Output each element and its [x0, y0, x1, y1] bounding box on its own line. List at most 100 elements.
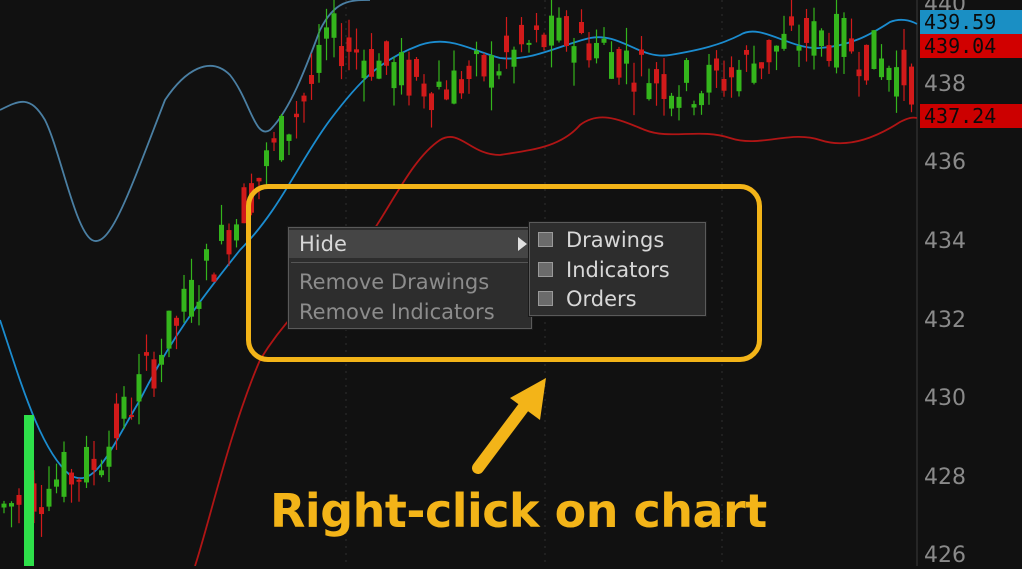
candle-body — [759, 62, 764, 69]
candle-body — [294, 113, 299, 118]
candle-body — [219, 224, 224, 241]
candle-body — [226, 230, 232, 255]
price-axis-label-434: 434 — [924, 229, 966, 254]
candle-body — [751, 63, 757, 83]
candle-body — [639, 49, 644, 55]
candle-body — [496, 71, 502, 76]
candle-body — [46, 488, 52, 507]
candle-body — [136, 374, 142, 402]
candle-body — [774, 45, 779, 52]
candle-body — [601, 38, 607, 43]
candle-body — [91, 458, 97, 470]
candle-body — [301, 95, 307, 102]
candle-body — [129, 415, 134, 418]
candle-body — [331, 13, 337, 38]
annotation-caption: Right-click on chart — [270, 484, 767, 538]
candle-body — [549, 15, 554, 46]
candle-body — [879, 58, 884, 78]
candle-body — [256, 177, 262, 182]
candle-body — [489, 55, 494, 88]
candle-body — [316, 44, 322, 73]
candle-body — [864, 44, 869, 81]
candle-body — [789, 16, 794, 26]
candle-body — [714, 58, 719, 71]
candle-body — [76, 479, 82, 482]
candle-body — [324, 27, 329, 39]
price-axis-label-432: 432 — [924, 308, 966, 333]
candle-body — [384, 41, 389, 66]
candle-body — [196, 301, 202, 309]
candle-body — [901, 49, 907, 86]
price-axis-label-438: 438 — [924, 72, 966, 97]
candle-body — [429, 93, 434, 111]
candle-body — [781, 33, 787, 49]
candle-body — [391, 62, 397, 89]
candle-body — [744, 49, 749, 55]
candle-body — [159, 354, 164, 365]
candle-body — [9, 503, 14, 507]
candle-body — [526, 42, 532, 45]
candle-body — [819, 30, 824, 47]
candle-body — [444, 89, 449, 100]
candle-body — [796, 45, 802, 51]
candle-body — [579, 21, 584, 34]
candle-body — [121, 396, 127, 419]
candle-body — [346, 37, 352, 52]
candle-body — [69, 472, 74, 485]
candle-body — [886, 67, 892, 81]
candle-body — [421, 83, 427, 97]
candle-body — [1, 503, 7, 508]
candle-body — [376, 60, 382, 79]
candle-body — [894, 67, 899, 97]
candle-body — [684, 60, 689, 83]
candle-body — [309, 74, 314, 84]
candle-body — [646, 83, 652, 100]
candle-body — [834, 13, 839, 68]
candle-body — [459, 79, 464, 94]
candle-body — [909, 66, 914, 105]
candle-body — [114, 403, 119, 439]
candle-body — [369, 49, 374, 77]
pointer-arrow-icon — [472, 378, 546, 474]
candle-body — [676, 96, 682, 108]
candle-body — [871, 30, 877, 69]
candle-body — [151, 359, 157, 389]
candle-body — [174, 317, 179, 326]
candle-body — [804, 17, 809, 43]
candle-body — [541, 34, 547, 48]
candle-body — [811, 21, 817, 56]
candle-body — [166, 310, 172, 349]
candle-body — [624, 50, 629, 64]
candle-body — [54, 479, 59, 487]
candle-body — [661, 74, 667, 99]
price-axis-label-430: 430 — [924, 386, 966, 411]
candle-body — [474, 50, 479, 55]
candle-body — [654, 69, 659, 84]
candle-body — [234, 224, 239, 241]
last-price-tag: 439.59 — [920, 10, 1022, 34]
candle-body — [144, 352, 149, 356]
candle-body — [481, 54, 487, 77]
candle-body — [264, 150, 269, 167]
candle-body — [766, 39, 772, 63]
candle-body — [204, 249, 209, 261]
candle-body — [339, 46, 344, 67]
lower-band-price-tag: 437.24 — [920, 104, 1022, 128]
candle-body — [466, 65, 472, 80]
candle-body — [271, 138, 277, 143]
candle-body — [451, 70, 457, 104]
candle-body — [99, 470, 104, 476]
price-axis-label-436: 436 — [924, 150, 966, 175]
candle-body — [84, 446, 89, 483]
candle-body — [106, 446, 112, 467]
price-axis-label-428: 428 — [924, 465, 966, 490]
candle-body — [24, 415, 34, 566]
candle-body — [586, 43, 592, 61]
candle-body — [736, 69, 742, 92]
candle-body — [706, 64, 712, 93]
candle-body — [504, 35, 509, 53]
candle-body — [211, 274, 217, 282]
candle-body — [669, 95, 674, 109]
candle-body — [61, 451, 67, 497]
candle-body — [856, 69, 862, 77]
